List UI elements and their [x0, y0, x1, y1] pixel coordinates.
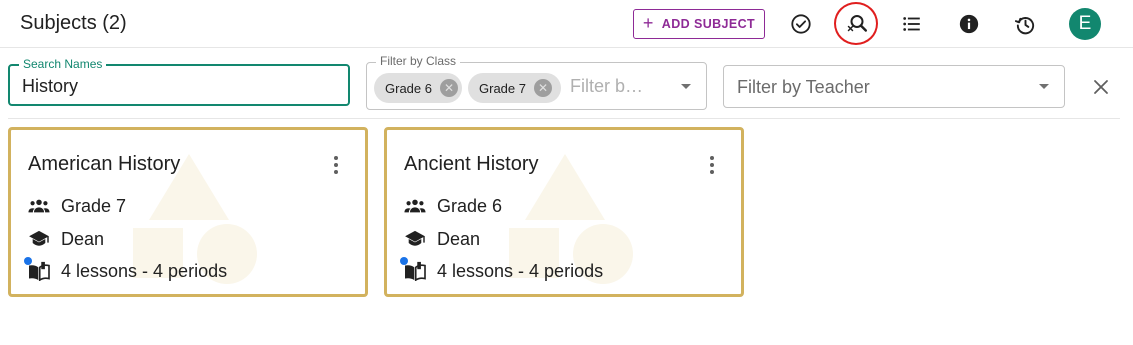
info-icon: [959, 14, 979, 34]
search-input[interactable]: History: [22, 76, 78, 97]
info-button[interactable]: [953, 9, 985, 39]
card-teacher: Dean: [437, 228, 481, 249]
add-subject-button[interactable]: + ADD SUBJECT: [633, 9, 765, 39]
card-grade: Grade 7: [61, 195, 127, 216]
filter-by-teacher-field[interactable]: Filter by Teacher: [723, 65, 1065, 108]
graduation-cap-icon: [27, 227, 51, 251]
filter-by-class-field[interactable]: Filter by Class Grade 6 ✕ Grade 7 ✕ Filt…: [366, 54, 707, 110]
teacher-row: Dean: [403, 227, 480, 251]
list-icon: [903, 17, 920, 31]
app-header: Subjects (2) + ADD SUBJECT E: [0, 0, 1133, 48]
check-circle-icon: [791, 14, 811, 34]
chip-label: Grade 7: [479, 80, 526, 96]
search-clear-icon: [847, 15, 867, 32]
avatar[interactable]: E: [1069, 8, 1101, 40]
graduation-cap-icon: [403, 227, 427, 251]
book-icon: [24, 257, 51, 283]
divider: [8, 118, 1120, 119]
list-view-button[interactable]: [896, 9, 928, 39]
filter-by-class-label: Filter by Class: [376, 54, 461, 68]
more-vert-icon[interactable]: [704, 153, 720, 177]
chip-grade-7[interactable]: Grade 7 ✕: [468, 73, 561, 103]
card-teacher: Dean: [61, 228, 105, 249]
history-button[interactable]: [1009, 9, 1041, 39]
group-icon: [27, 194, 51, 218]
more-vert-icon[interactable]: [328, 153, 344, 177]
search-names-label: Search Names: [19, 57, 107, 71]
chip-grade-6[interactable]: Grade 6 ✕: [374, 73, 462, 103]
chip-label: Grade 6: [385, 80, 432, 96]
grade-row: Grade 6: [403, 194, 502, 218]
lessons-row: 4 lessons - 4 periods: [24, 257, 228, 283]
page-title: Subjects (2): [20, 12, 127, 34]
plus-icon: +: [642, 13, 654, 33]
clear-search-button[interactable]: [840, 9, 872, 39]
group-icon: [403, 194, 427, 218]
search-names-field[interactable]: Search Names History: [8, 57, 350, 106]
subject-card[interactable]: Ancient History Grade 6 Dean 4 lessons -…: [384, 127, 744, 297]
card-grade: Grade 6: [437, 195, 503, 216]
notification-dot: [400, 257, 408, 265]
card-lessons: 4 lessons - 4 periods: [61, 260, 228, 281]
caret-down-icon[interactable]: [1039, 84, 1049, 89]
grade-row: Grade 7: [27, 194, 126, 218]
add-subject-label: ADD SUBJECT: [661, 17, 756, 31]
subject-card[interactable]: American History Grade 7 Dean 4 lessons …: [8, 127, 368, 297]
notification-dot: [24, 257, 32, 265]
teacher-row: Dean: [27, 227, 104, 251]
book-icon: [400, 257, 427, 283]
check-circle-button[interactable]: [785, 9, 817, 39]
chip-remove-icon[interactable]: ✕: [439, 79, 458, 97]
clear-filters-button[interactable]: [1088, 74, 1114, 100]
chip-remove-icon[interactable]: ✕: [533, 79, 552, 97]
teacher-filter-input[interactable]: Filter by Teacher: [737, 77, 870, 98]
close-icon: [1094, 80, 1108, 94]
history-icon: [1014, 16, 1034, 34]
card-lessons: 4 lessons - 4 periods: [437, 260, 604, 281]
card-title: American History: [28, 153, 181, 175]
class-filter-input[interactable]: Filter b…: [570, 76, 643, 97]
card-title: Ancient History: [404, 153, 539, 175]
lessons-row: 4 lessons - 4 periods: [400, 257, 604, 283]
caret-down-icon[interactable]: [681, 84, 691, 89]
